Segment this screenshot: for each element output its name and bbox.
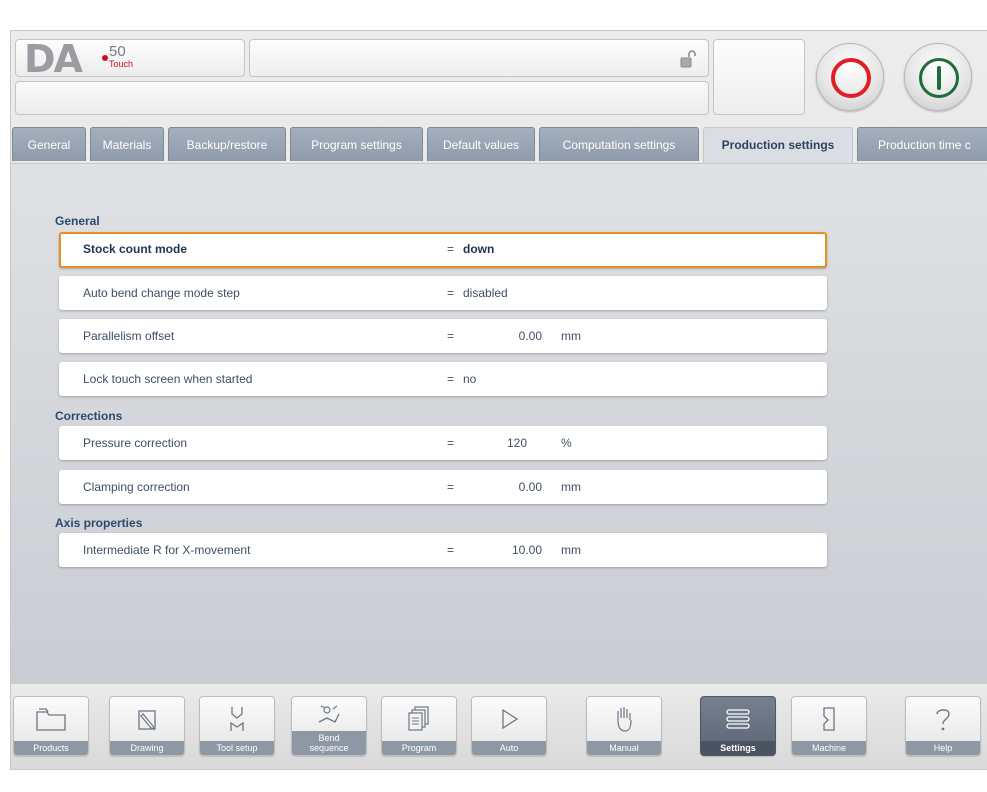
setting-equals: = [447,372,455,386]
stop-icon [831,58,871,98]
setting-equals: = [447,329,455,343]
tool-setup-label: Tool setup [200,741,274,755]
tab-materials[interactable]: Materials [90,127,164,161]
folder-icon [36,708,66,731]
start-icon-bar [937,66,941,90]
title-box [249,39,709,77]
logo-sub: Touch [109,59,134,69]
section-title-corrections: Corrections [55,409,123,423]
setting-equals: = [447,242,455,256]
settings-label: Settings [701,741,775,755]
tab-production-time[interactable]: Production time c [857,127,987,161]
list-icon [726,709,750,729]
setting-row-parallelism-offset[interactable]: Parallelism offset = 0.00 mm [59,319,827,353]
setting-value: no [463,372,477,386]
tab-program-settings[interactable]: Program settings [290,127,423,161]
auto-label: Auto [472,741,546,755]
bend-sequence-icon [318,705,340,723]
tab-backup-restore[interactable]: Backup/restore [168,127,286,161]
setting-label: Parallelism offset [83,329,175,343]
logo-box: DA 50 Touch [15,37,245,81]
setting-label: Clamping correction [83,480,190,494]
app-window: DA 50 Touch General Materials Backup/res… [10,30,987,770]
help-label: Help [906,741,980,755]
setting-row-stock-count-mode[interactable]: Stock count mode = down [59,232,827,268]
machine-button[interactable]: Machine [791,696,867,756]
setting-label: Auto bend change mode step [83,286,240,300]
setting-unit: mm [561,480,581,494]
setting-row-clamping-correction[interactable]: Clamping correction = 0.00 mm [59,470,827,504]
tool-icon [230,707,244,731]
setting-unit: % [561,436,572,450]
products-button[interactable]: Products [13,696,89,756]
setting-equals: = [447,480,455,494]
setting-row-auto-bend-change[interactable]: Auto bend change mode step = disabled [59,276,827,310]
question-icon [936,709,950,731]
setting-value: 0.00 [518,480,542,494]
logo-model: 50 [109,43,126,60]
help-button[interactable]: Help [905,696,981,756]
setting-value: down [463,242,495,256]
tool-setup-button[interactable]: Tool setup [199,696,275,756]
setting-row-intermediate-r[interactable]: Intermediate R for X-movement = 10.00 mm [59,533,827,567]
settings-panel: General Stock count mode = down Auto ben… [11,163,987,683]
tab-bar: General Materials Backup/restore Program… [11,127,987,164]
setting-value: 0.00 [518,329,542,343]
setting-equals: = [447,286,455,300]
unlock-icon[interactable] [680,50,696,68]
tab-general[interactable]: General [12,127,86,161]
manual-label: Manual [587,741,661,755]
pencil-icon [138,710,156,730]
drawing-button[interactable]: Drawing [109,696,185,756]
section-title-general: General [55,214,100,228]
start-button[interactable] [904,43,972,111]
setting-row-pressure-correction[interactable]: Pressure correction = 120 % [59,426,827,460]
tab-computation-settings[interactable]: Computation settings [539,127,699,161]
tab-default-values[interactable]: Default values [427,127,535,161]
main-toolbar: Products Drawing Tool setup Bend sequenc… [11,683,987,769]
info-box [713,39,805,115]
program-button[interactable]: Program [381,696,457,756]
setting-label: Pressure correction [83,436,188,450]
setting-label: Intermediate R for X-movement [83,543,251,557]
setting-value: 10.00 [511,543,542,557]
pages-icon [408,706,429,731]
products-label: Products [14,741,88,755]
program-label: Program [382,741,456,755]
setting-value: 120 [506,436,527,450]
bend-sequence-label-line1: Bend [318,733,340,743]
bend-sequence-label: Bend sequence [292,731,366,755]
play-icon [502,708,519,730]
machine-label: Machine [792,741,866,755]
logo: DA [24,37,83,81]
manual-button[interactable]: Manual [586,696,662,756]
auto-button[interactable]: Auto [471,696,547,756]
setting-unit: mm [561,329,581,343]
tab-production-settings[interactable]: Production settings [703,127,853,164]
settings-button[interactable]: Settings [700,696,776,756]
bend-sequence-label-line2: sequence [309,743,349,753]
section-title-axis-properties: Axis properties [55,516,143,530]
status-bar [15,81,709,115]
bend-sequence-button[interactable]: Bend sequence [291,696,367,756]
stop-button[interactable] [816,43,884,111]
setting-row-lock-touch-screen[interactable]: Lock touch screen when started = no [59,362,827,396]
setting-unit: mm [561,543,581,557]
setting-value: disabled [463,286,508,300]
setting-equals: = [447,543,455,557]
machine-icon [823,707,835,731]
drawing-label: Drawing [110,741,184,755]
setting-equals: = [447,436,455,450]
hand-icon [617,707,632,732]
setting-label: Stock count mode [83,242,188,256]
logo-dot [102,55,108,61]
setting-label: Lock touch screen when started [83,372,253,386]
